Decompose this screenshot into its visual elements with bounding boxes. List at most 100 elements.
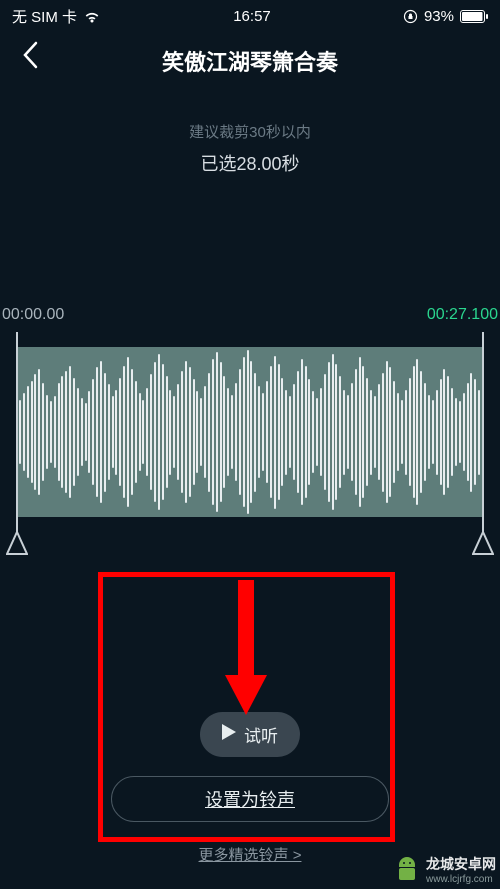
wave-bar [239, 369, 241, 495]
wave-bar [443, 369, 445, 495]
trim-handle-right-icon[interactable] [472, 532, 494, 558]
wave-bar [285, 390, 287, 475]
wave-bar [235, 383, 237, 482]
wave-bar [312, 391, 314, 473]
wave-bar [54, 396, 56, 467]
waveform[interactable] [16, 347, 484, 517]
wave-bar [258, 386, 260, 478]
wave-bar [343, 390, 345, 475]
play-label: 试听 [244, 722, 278, 747]
wave-bar [31, 381, 33, 483]
wave-bar [362, 366, 364, 499]
wave-bar [374, 396, 376, 467]
battery-percent: 93% [424, 8, 454, 25]
wave-bar [104, 373, 106, 492]
annotation-arrow [221, 580, 271, 720]
status-time: 16:57 [233, 8, 271, 25]
wave-bar [27, 386, 29, 478]
header: 笑傲江湖琴箫合奏 [0, 33, 500, 89]
wave-bar [254, 373, 256, 492]
wave-bar [231, 395, 233, 470]
wave-bar [474, 379, 476, 484]
wave-bar [38, 369, 40, 495]
wave-bar [220, 362, 222, 501]
trim-marker-right[interactable] [482, 332, 484, 532]
wave-bar [339, 376, 341, 488]
play-icon [222, 724, 236, 745]
wave-bar [23, 393, 25, 471]
trim-handle-left-icon[interactable] [6, 532, 28, 558]
wave-bar [281, 378, 283, 487]
wave-bar [459, 401, 461, 462]
wave-bar [463, 393, 465, 471]
wave-bar [127, 357, 129, 507]
status-left: 无 SIM 卡 [12, 6, 101, 27]
wave-bar [173, 396, 175, 467]
time-row: 00:00.00 00:27.100 [0, 306, 500, 324]
wave-bar [335, 364, 337, 500]
wave-bar [193, 379, 195, 484]
status-right: 93% [403, 8, 488, 25]
wave-bar [92, 379, 94, 484]
wave-bar [212, 359, 214, 505]
wave-bar [447, 376, 449, 488]
wave-bar [77, 388, 79, 476]
wave-bar [243, 357, 245, 507]
wave-bar [81, 398, 83, 466]
wave-bar [328, 362, 330, 501]
wave-bar [378, 384, 380, 479]
wave-bar [409, 378, 411, 487]
wave-bar [112, 396, 114, 467]
wave-bar [478, 390, 480, 475]
wave-bar [177, 384, 179, 479]
start-time: 00:00.00 [2, 306, 64, 324]
wave-bar [405, 390, 407, 475]
watermark-title: 龙城安卓网 [426, 854, 496, 874]
wave-bar [169, 390, 171, 475]
wave-bar [305, 366, 307, 499]
wave-bar [42, 383, 44, 482]
more-ringtones-link[interactable]: 更多精选铃声 > [199, 844, 302, 865]
wave-bar [181, 371, 183, 493]
wave-bar [382, 373, 384, 492]
wave-bar [316, 398, 318, 466]
trim-marker-left[interactable] [16, 332, 18, 532]
wave-bar [301, 359, 303, 505]
waveform-container [0, 332, 500, 532]
page-title: 笑傲江湖琴箫合奏 [16, 45, 484, 77]
wave-bar [158, 354, 160, 510]
wave-bar [223, 376, 225, 488]
wave-bar [162, 364, 164, 500]
wave-bar [289, 396, 291, 467]
wave-bar [115, 390, 117, 475]
wave-bar [308, 379, 310, 484]
set-ringtone-button[interactable]: 设置为铃声 [111, 776, 389, 822]
watermark-url: www.lcjrfg.com [426, 874, 493, 885]
wave-bar [413, 366, 415, 499]
wave-bar [440, 379, 442, 484]
wave-bar [19, 400, 21, 465]
wave-bar [189, 367, 191, 496]
wave-bar [50, 401, 52, 462]
wave-bar [436, 390, 438, 475]
status-bar: 无 SIM 卡 16:57 93% [0, 0, 500, 33]
wave-bar [467, 383, 469, 482]
wave-bar [366, 378, 368, 487]
wave-bar [135, 381, 137, 483]
set-ringtone-label: 设置为铃声 [205, 786, 295, 812]
play-button[interactable]: 试听 [200, 712, 300, 757]
wave-bar [401, 400, 403, 465]
wave-bar [146, 388, 148, 476]
wave-bar [297, 371, 299, 493]
wave-bar [432, 400, 434, 465]
wave-bar [100, 361, 102, 504]
wave-bar [88, 391, 90, 473]
wave-bar [131, 369, 133, 495]
wave-bar [150, 374, 152, 490]
wave-bar [200, 398, 202, 466]
back-button[interactable] [22, 41, 38, 74]
wave-bar [386, 361, 388, 504]
watermark-logo-icon [394, 855, 420, 885]
wave-bar [73, 378, 75, 487]
wave-bar [119, 378, 121, 487]
